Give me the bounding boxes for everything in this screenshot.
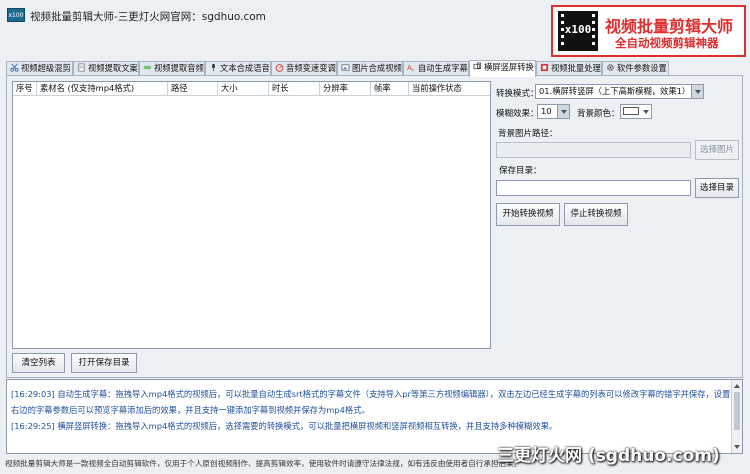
logo-text: x100 [564,23,592,36]
select-dir-button[interactable]: 选择目录 [695,178,739,198]
save-dir-input[interactable] [496,180,691,196]
mode-select[interactable]: 01.横屏转竖屏（上下高斯模糊，效果1） [535,84,704,99]
gear-icon [607,64,614,71]
watermark: 三更灯火网 (sgdhuo.com) [497,446,720,466]
tab-label: 软件参数设置 [617,63,667,73]
start-convert-button[interactable]: 开始转换视频 [496,203,560,226]
column-header-duration[interactable]: 时长 [269,82,320,96]
bg-image-path-input[interactable] [496,142,691,158]
blur-stepper[interactable]: 10 [537,104,570,119]
tab-label: 自动生成字幕 [418,63,468,73]
mode-select-value: 01.横屏转竖屏（上下高斯模糊，效果1） [539,86,691,96]
chevron-down-icon [643,110,649,114]
mode-label: 转换模式： [496,89,539,99]
film-logo-icon: x100 [558,11,598,51]
subtitle-icon: As [407,63,414,72]
tab-label: 文本合成语音 [220,63,270,73]
tab-label: 视频超级混剪 [21,63,71,73]
tab-label: 视频提取音频 [154,63,204,73]
brand-title: 视频批量剪辑大师 [605,17,734,36]
audio-extract-icon [143,65,152,70]
microphone-icon [212,63,215,72]
column-header-size[interactable]: 大小 [218,82,269,96]
scroll-thumb[interactable] [734,392,740,430]
scroll-up-icon[interactable] [734,384,740,388]
tab-batch-process[interactable]: 视频批量处理 [536,61,602,76]
scissors-icon [10,63,19,72]
tab-images-to-video[interactable]: 图片合成视频 [337,61,403,76]
blur-value: 10 [541,106,552,116]
tab-label: 图片合成视频 [352,63,402,73]
image-icon [341,64,350,71]
log-scrollbar[interactable] [731,380,742,453]
table-header: 序号 素材名 (仅支持mp4格式) 路径 大小 时长 分辨率 帧率 当前操作状态 [13,82,490,96]
bg-image-label: 背景图片路径： [498,129,558,139]
clear-list-button[interactable]: 清空列表 [12,353,65,373]
stop-convert-button[interactable]: 停止转换视频 [564,203,628,226]
tab-extract-text[interactable]: 视频提取文案 [73,61,139,76]
tab-audio-speed[interactable]: 音频变速变调 [271,61,337,76]
tab-label: 横屏竖屏转换 [484,62,534,72]
scroll-down-icon[interactable] [734,445,740,449]
svg-text:s: s [412,68,414,72]
column-header-resolution[interactable]: 分辨率 [320,82,371,96]
tab-screen-convert[interactable]: 横屏竖屏转换 [469,60,536,77]
color-swatch [623,107,639,115]
window-title: 视频批量剪辑大师-三更灯火网官网：sgdhuo.com [30,11,266,23]
tab-auto-subtitle[interactable]: As 自动生成字幕 [403,61,469,76]
gauge-icon [275,64,284,72]
stepper-arrows-icon[interactable] [557,105,569,118]
tab-label: 视频批量处理 [551,63,601,73]
tab-video-mix[interactable]: 视频超级混剪 [6,61,73,76]
log-line: 右边的字幕参数后可以预览字幕添加后的效果，并且支持一键添加字幕到视频并保存为mp… [11,405,370,415]
column-header-path[interactable]: 路径 [168,82,218,96]
bg-color-label: 背景颜色： [577,109,620,119]
tab-panel-screen-convert: 序号 素材名 (仅支持mp4格式) 路径 大小 时长 分辨率 帧率 当前操作状态… [6,75,743,378]
rotate-screen-icon [473,62,482,70]
select-image-button[interactable]: 选择图片 [695,140,739,160]
column-header-filename[interactable]: 素材名 (仅支持mp4格式) [37,82,168,96]
tab-settings[interactable]: 软件参数设置 [602,61,669,76]
title-bar: x100 视频批量剪辑大师-三更灯火网官网：sgdhuo.com x100 视频… [0,0,750,58]
open-save-dir-button[interactable]: 打开保存目录 [71,353,137,373]
app-icon: x100 [7,8,25,22]
column-header-index[interactable]: 序号 [13,82,37,96]
log-line: [16:29:03] 自动生成字幕：拖拽导入mp4格式的视频后，可以批量自动生成… [11,389,731,399]
save-dir-label: 保存目录： [499,166,542,176]
log-line: [16:29:25] 横屏竖屏转换：拖拽导入mp4格式的视频后，选择需要的转换模… [11,421,558,431]
video-list-table[interactable]: 序号 素材名 (仅支持mp4格式) 路径 大小 时长 分辨率 帧率 当前操作状态 [12,81,491,349]
film-icon [540,63,549,72]
brand-subtitle: 全自动视频剪辑神器 [615,36,719,50]
chevron-down-icon[interactable] [691,85,703,98]
column-header-fps[interactable]: 帧率 [371,82,409,96]
tab-text-to-speech[interactable]: 文本合成语音 [205,61,271,76]
tab-label: 视频提取文案 [88,63,138,73]
tab-label: 音频变速变调 [286,63,336,73]
document-icon [78,63,85,72]
bg-color-picker[interactable] [620,104,652,119]
brand-banner: x100 视频批量剪辑大师 全自动视频剪辑神器 [551,5,746,57]
column-header-status[interactable]: 当前操作状态 [409,82,490,96]
blur-label: 模糊效果： [496,109,539,119]
tab-extract-audio[interactable]: 视频提取音频 [139,61,205,76]
